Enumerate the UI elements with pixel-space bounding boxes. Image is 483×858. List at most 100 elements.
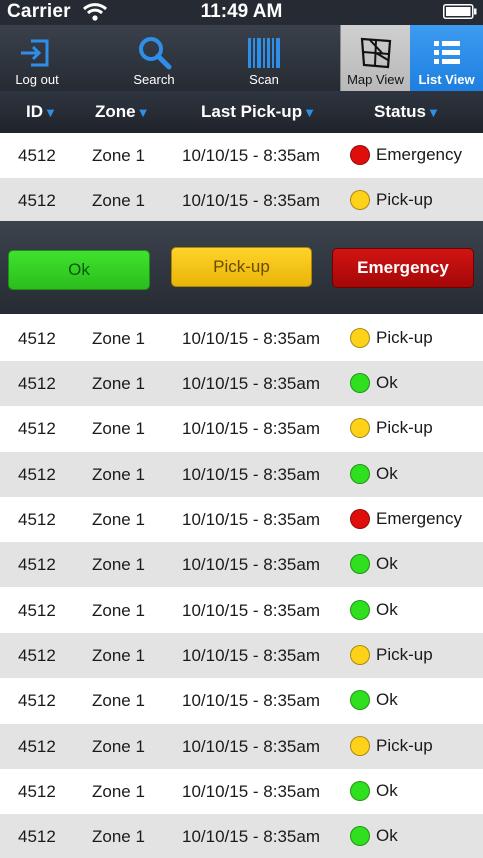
search-button[interactable]: Search [124, 25, 184, 91]
row-status: Pick-up [350, 736, 433, 756]
row-status-label: Ok [376, 690, 398, 709]
search-label: Search [133, 72, 175, 87]
row-date: 10/10/15 - 8:35am [182, 329, 320, 348]
row-date: 10/10/15 - 8:35am [182, 782, 320, 801]
table-row[interactable]: 4512 Zone 1 10/10/15 - 8:35am Emergency [0, 497, 483, 542]
row-date: 10/10/15 - 8:35am [182, 419, 320, 438]
status-dot-icon [350, 645, 370, 665]
row-zone: Zone 1 [92, 329, 145, 348]
row-status-label: Ok [376, 600, 398, 619]
row-date: 10/10/15 - 8:35am [182, 374, 320, 393]
status-dot-icon [350, 600, 370, 620]
status-dot-icon [350, 826, 370, 846]
row-id: 4512 [18, 782, 56, 801]
row-id: 4512 [18, 374, 56, 393]
row-id: 4512 [18, 555, 56, 574]
scan-button[interactable]: Scan [234, 25, 294, 91]
row-zone: Zone 1 [92, 691, 145, 710]
table-row[interactable]: 4512 Zone 1 10/10/15 - 8:35am Ok [0, 588, 483, 633]
status-dot-icon [350, 373, 370, 393]
table-row[interactable]: 4512 Zone 1 10/10/15 - 8:35am Pick-up [0, 178, 483, 223]
header-id-label: ID [26, 102, 43, 121]
row-zone: Zone 1 [92, 419, 145, 438]
row-status: Ok [350, 690, 398, 710]
row-status-label: Emergency [376, 509, 462, 528]
status-dot-icon [350, 781, 370, 801]
table-row[interactable]: 4512 Zone 1 10/10/15 - 8:35am Pick-up [0, 724, 483, 769]
row-status-label: Pick-up [376, 645, 433, 664]
row-date: 10/10/15 - 8:35am [182, 691, 320, 710]
status-dot-icon [350, 690, 370, 710]
sort-caret-icon: ▼ [136, 105, 150, 120]
row-zone: Zone 1 [92, 374, 145, 393]
row-status: Emergency [350, 509, 462, 529]
logout-button[interactable]: Log out [5, 25, 69, 91]
row-zone: Zone 1 [92, 555, 145, 574]
status-dot-icon [350, 190, 370, 210]
column-header-id[interactable]: ID▼ [26, 102, 57, 122]
status-dot-icon [350, 464, 370, 484]
row-status-label: Pick-up [376, 190, 433, 209]
status-dot-icon [350, 736, 370, 756]
row-status: Ok [350, 373, 398, 393]
table-row[interactable]: 4512 Zone 1 10/10/15 - 8:35am Ok [0, 361, 483, 406]
column-header-status[interactable]: Status▼ [374, 102, 440, 122]
table-row[interactable]: 4512 Zone 1 10/10/15 - 8:35am Pick-up [0, 406, 483, 451]
table-row[interactable]: 4512 Zone 1 10/10/15 - 8:35am Ok [0, 814, 483, 858]
table-row[interactable]: 4512 Zone 1 10/10/15 - 8:35am Ok [0, 452, 483, 497]
row-id: 4512 [18, 510, 56, 529]
list-view-button[interactable]: List View [410, 25, 483, 91]
scan-label: Scan [249, 72, 279, 87]
row-date: 10/10/15 - 8:35am [182, 191, 320, 210]
column-header-zone[interactable]: Zone▼ [95, 102, 149, 122]
column-header-last-pickup[interactable]: Last Pick-up▼ [201, 102, 316, 122]
row-status-label: Ok [376, 464, 398, 483]
row-status: Pick-up [350, 328, 433, 348]
row-zone: Zone 1 [92, 782, 145, 801]
row-id: 4512 [18, 329, 56, 348]
row-status: Ok [350, 781, 398, 801]
map-view-label: Map View [347, 72, 404, 87]
table-row[interactable]: 4512 Zone 1 10/10/15 - 8:35am Ok [0, 678, 483, 723]
table-row[interactable]: 4512 Zone 1 10/10/15 - 8:35am Pick-up [0, 316, 483, 361]
row-date: 10/10/15 - 8:35am [182, 646, 320, 665]
ok-button[interactable]: Ok [8, 250, 150, 290]
map-view-button[interactable]: Map View [340, 25, 410, 91]
row-status: Emergency [350, 145, 462, 165]
table-row[interactable]: 4512 Zone 1 10/10/15 - 8:35am Pick-up [0, 633, 483, 678]
row-id: 4512 [18, 465, 56, 484]
battery-icon [443, 4, 477, 19]
row-status: Pick-up [350, 645, 433, 665]
status-dot-icon [350, 418, 370, 438]
row-date: 10/10/15 - 8:35am [182, 601, 320, 620]
row-zone: Zone 1 [92, 601, 145, 620]
list-icon [433, 41, 460, 64]
row-id: 4512 [18, 691, 56, 710]
table-row[interactable]: 4512 Zone 1 10/10/15 - 8:35am Ok [0, 769, 483, 814]
status-bar: Carrier 11:49 AM [0, 0, 483, 25]
row-zone: Zone 1 [92, 646, 145, 665]
row-status-label: Pick-up [376, 328, 433, 347]
logout-label: Log out [15, 72, 59, 87]
table-header: ID▼ Zone▼ Last Pick-up▼ Status▼ [0, 91, 483, 133]
row-status: Pick-up [350, 190, 433, 210]
row-zone: Zone 1 [92, 146, 145, 165]
map-icon [360, 37, 391, 69]
row-status-label: Ok [376, 373, 398, 392]
header-zone-label: Zone [95, 102, 136, 121]
sort-caret-icon: ▼ [303, 105, 316, 120]
table-row[interactable]: 4512 Zone 1 10/10/15 - 8:35am Ok [0, 542, 483, 587]
row-zone: Zone 1 [92, 827, 145, 846]
row-status-label: Ok [376, 781, 398, 800]
row-status: Ok [350, 600, 398, 620]
row-date: 10/10/15 - 8:35am [182, 555, 320, 574]
barcode-icon [248, 38, 280, 68]
table-row[interactable]: 4512 Zone 1 10/10/15 - 8:35am Emergency [0, 133, 483, 178]
status-dot-icon [350, 328, 370, 348]
row-id: 4512 [18, 146, 56, 165]
emergency-button[interactable]: Emergency [332, 248, 474, 288]
row-id: 4512 [18, 601, 56, 620]
logout-icon [21, 39, 49, 67]
pickup-button[interactable]: Pick-up [171, 247, 312, 287]
row-id: 4512 [18, 419, 56, 438]
